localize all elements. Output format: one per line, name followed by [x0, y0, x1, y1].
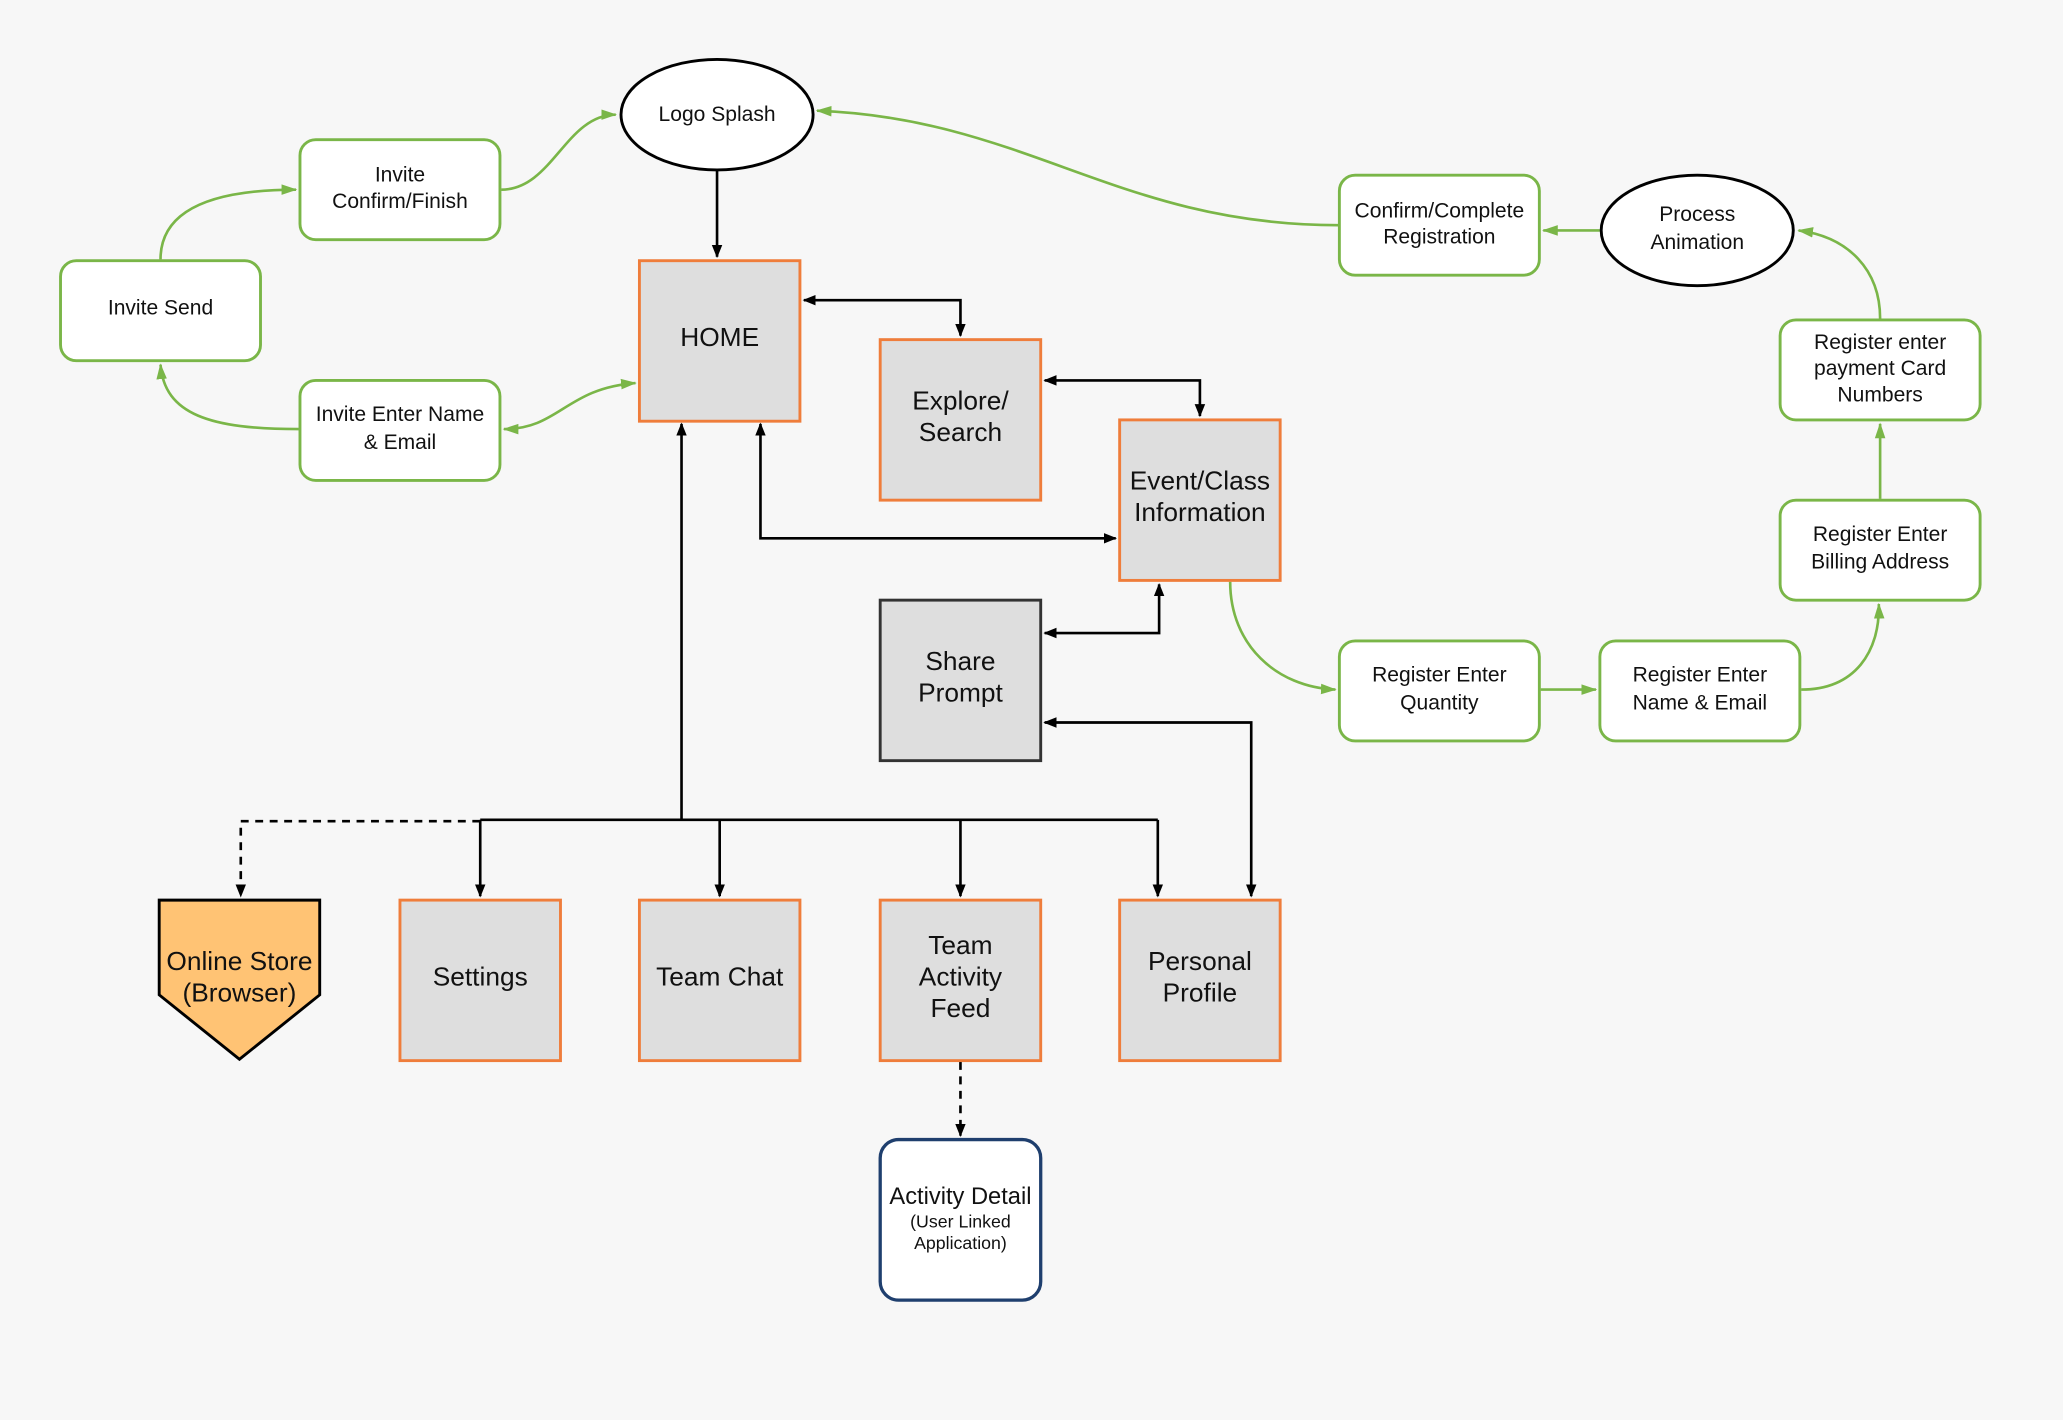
edge-share-profile [1043, 717, 1257, 898]
svg-text:Team Chat: Team Chat [656, 962, 784, 992]
node-personal-profile[interactable]: Personal Profile [1118, 898, 1282, 1063]
node-invite-confirm[interactable]: Invite Confirm/Finish [298, 138, 502, 242]
svg-text:Event/ClassInformation: Event/Class Information [1130, 466, 1270, 528]
svg-text:Logo Splash: Logo Splash [659, 103, 776, 126]
edge-event-quantity [1228, 581, 1337, 695]
node-explore-search[interactable]: Explore/Search [878, 338, 1043, 502]
svg-text:Online Store(Browser): Online Store (Browser) [166, 946, 312, 1008]
svg-text:Invite Send: Invite Send [108, 297, 213, 320]
edge-invite-send-confirm [159, 184, 298, 260]
flow-diagram: Logo Splash Invite Confirm/Finish Invite … [59, 57, 1982, 1302]
node-activity-detail[interactable]: Activity Detail (User Linked Application) [878, 1137, 1043, 1302]
node-register-payment[interactable]: Register enter payment Card Numbers [1778, 318, 1982, 422]
node-invite-send[interactable]: Invite Send [59, 259, 262, 363]
edge-home-explore [802, 294, 966, 338]
svg-text:HOME: HOME [680, 322, 759, 352]
edge-share-event [1043, 583, 1165, 639]
edge-explore-event [1043, 375, 1206, 418]
node-register-billing[interactable]: Register Enter Billing Address [1778, 498, 1982, 602]
node-event-class-information[interactable]: Event/Class Information [1118, 418, 1282, 582]
edge-to-online-store [235, 819, 481, 898]
edge-invite-confirm-logo [501, 109, 618, 191]
node-home[interactable]: HOME [637, 259, 802, 423]
node-settings[interactable]: Settings [398, 898, 562, 1063]
edge-payment-process [1797, 227, 1882, 319]
svg-text:TeamActivityFeed: Team Activity Feed [919, 930, 1003, 1023]
svg-text:PersonalProfile: Personal Profile [1148, 946, 1252, 1008]
node-confirm-registration[interactable]: Confirm/Complete Registration [1337, 173, 1541, 277]
edge-name-billing [1801, 602, 1885, 691]
svg-text:(User LinkedApplication): (User Linked Application) [910, 1212, 1011, 1253]
edge-home-invite-enter [502, 378, 637, 435]
svg-text:SharePrompt: Share Prompt [918, 646, 1003, 708]
svg-text:Explore/Search: Explore/Search [912, 385, 1009, 447]
edge-invite-enter-send [156, 363, 299, 431]
node-logo-splash[interactable]: Logo Splash [619, 57, 815, 172]
node-register-name-email[interactable]: Register Enter Name & Email [1598, 639, 1802, 743]
node-invite-enter[interactable]: Invite Enter Name & Email [298, 378, 502, 482]
node-online-store[interactable]: Online Store (Browser) [157, 898, 322, 1062]
node-register-quantity[interactable]: Register Enter Quantity [1337, 639, 1541, 743]
edge-confirm-logo [815, 105, 1339, 227]
svg-text:Activity Detail: Activity Detail [889, 1184, 1031, 1210]
node-team-activity-feed[interactable]: Team Activity Feed [878, 898, 1043, 1063]
node-team-chat[interactable]: Team Chat [637, 898, 802, 1063]
svg-text:Settings: Settings [433, 962, 528, 992]
node-process-animation[interactable]: Process Animation [1599, 173, 1795, 288]
node-share-prompt[interactable]: Share Prompt [878, 598, 1043, 763]
